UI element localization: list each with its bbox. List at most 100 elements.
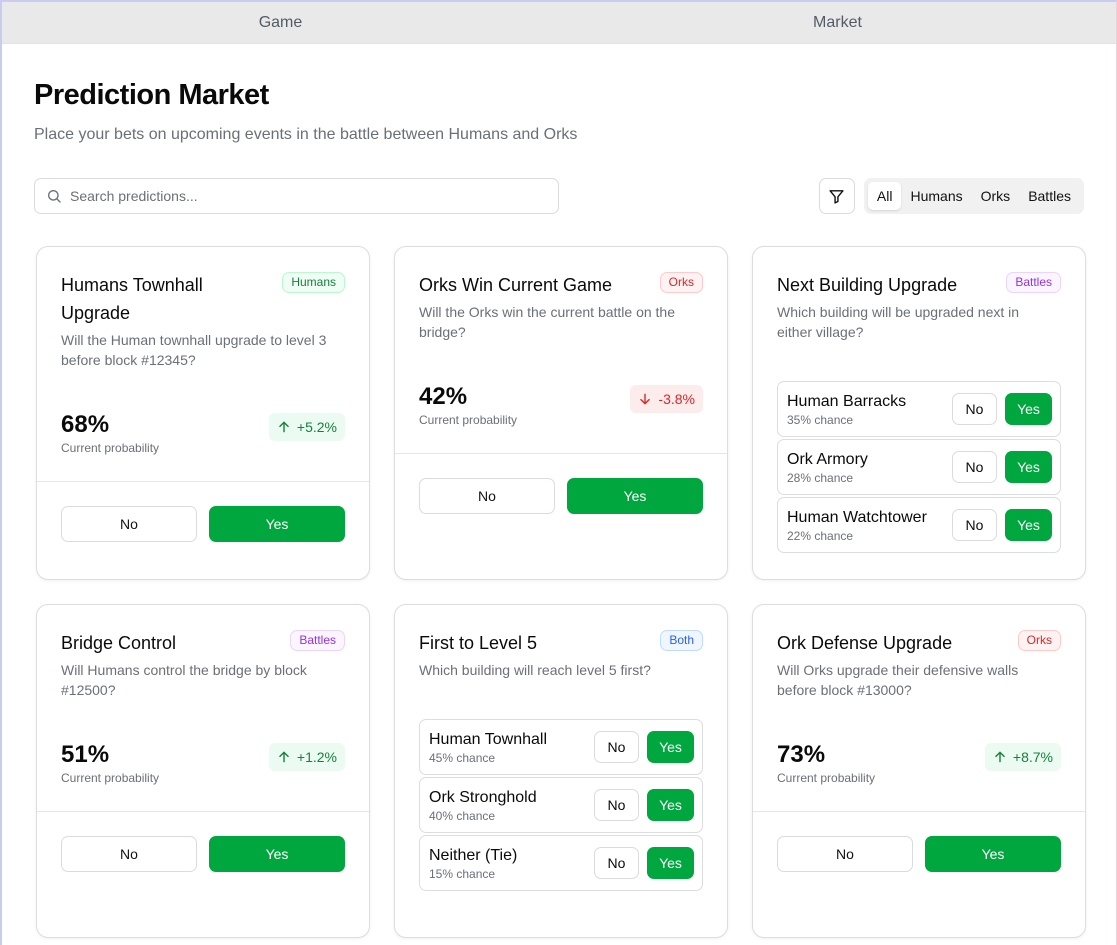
tab-game[interactable]: Game	[2, 2, 559, 43]
prediction-card: Bridge Control Battles Will Humans contr…	[36, 604, 370, 938]
arrow-up-icon	[995, 751, 1005, 763]
option-row: Ork Stronghold 40% chance No Yes	[419, 777, 703, 833]
yes-button[interactable]: Yes	[209, 506, 345, 542]
option-name: Human Watchtower	[787, 508, 927, 526]
no-button[interactable]: No	[61, 506, 197, 542]
category-badge: Battles	[1006, 272, 1061, 293]
option-no-button[interactable]: No	[952, 451, 997, 483]
yes-button[interactable]: Yes	[209, 836, 345, 872]
vote-buttons: No Yes	[419, 478, 703, 514]
option-row: Neither (Tie) 15% chance No Yes	[419, 835, 703, 891]
category-badge: Both	[660, 630, 703, 651]
search-box[interactable]	[34, 178, 559, 214]
change-value: -3.8%	[658, 391, 695, 407]
page-title: Prediction Market	[34, 79, 269, 111]
change-badge: +5.2%	[268, 413, 345, 441]
option-row: Ork Armory 28% chance No Yes	[777, 439, 1061, 495]
option-yes-button[interactable]: Yes	[1005, 451, 1052, 483]
search-icon	[48, 190, 61, 203]
vote-buttons: No Yes	[61, 836, 345, 872]
option-name: Human Townhall	[429, 730, 547, 748]
filter-orks[interactable]: Orks	[972, 182, 1020, 210]
change-badge: +1.2%	[268, 743, 345, 771]
tab-market[interactable]: Market	[559, 2, 1116, 43]
change-badge: +8.7%	[984, 743, 1061, 771]
probability-block: 42% Current probability -3.8%	[419, 383, 703, 427]
probability-label: Current probability	[777, 771, 876, 785]
option-name: Neither (Tie)	[429, 846, 518, 864]
option-row: Human Townhall 45% chance No Yes	[419, 719, 703, 775]
card-description: Which building will reach level 5 first?	[419, 662, 651, 678]
page-subtitle: Place your bets on upcoming events in th…	[34, 126, 578, 143]
option-yes-button[interactable]: Yes	[1005, 509, 1052, 541]
change-badge: -3.8%	[630, 385, 703, 413]
option-name: Ork Stronghold	[429, 788, 537, 806]
category-badge: Humans	[282, 272, 345, 293]
prediction-card: Ork Defense Upgrade Orks Will Orks upgra…	[752, 604, 1086, 938]
no-button[interactable]: No	[61, 836, 197, 872]
option-list: Human Barracks 35% chance No Yes Ork Arm…	[777, 381, 1061, 555]
yes-button[interactable]: Yes	[567, 478, 703, 514]
no-button[interactable]: No	[419, 478, 555, 514]
divider	[753, 811, 1085, 812]
filter-icon	[829, 189, 845, 204]
card-description: Will the Orks win the current battle on …	[419, 304, 675, 340]
option-row: Human Watchtower 22% chance No Yes	[777, 497, 1061, 553]
prediction-card: Orks Win Current Game Orks Will the Orks…	[394, 246, 728, 580]
card-description: Will Humans control the bridge by block …	[61, 662, 307, 698]
probability-label: Current probability	[419, 413, 518, 427]
divider	[37, 481, 369, 482]
option-no-button[interactable]: No	[594, 789, 639, 821]
option-name: Ork Armory	[787, 450, 868, 468]
prediction-card: First to Level 5 Both Which building wil…	[394, 604, 728, 938]
option-no-button[interactable]: No	[594, 731, 639, 763]
probability-block: 73% Current probability +8.7%	[777, 741, 1061, 785]
change-value: +1.2%	[296, 749, 337, 765]
option-chance: 22% chance	[787, 528, 854, 543]
category-badge: Orks	[1017, 630, 1061, 651]
app-window: Game Market Prediction Market Place your…	[0, 0, 1117, 945]
category-badge: Battles	[290, 630, 345, 651]
card-description: Will Orks upgrade their defensive walls …	[777, 662, 1019, 698]
option-yes-button[interactable]: Yes	[647, 789, 694, 821]
option-yes-button[interactable]: Yes	[1005, 393, 1052, 425]
filter-button[interactable]	[818, 178, 855, 214]
option-no-button[interactable]: No	[952, 393, 997, 425]
option-chance: 15% chance	[429, 866, 496, 881]
probability-block: 68% Current probability +5.2%	[61, 411, 345, 455]
divider	[37, 811, 369, 812]
arrow-down-icon	[640, 393, 651, 405]
filter-all[interactable]: All	[867, 182, 902, 210]
prediction-card: Humans Townhall Upgrade Humans Will the …	[36, 246, 370, 580]
option-chance: 40% chance	[429, 808, 496, 823]
prediction-card: Next Building Upgrade Battles Which buil…	[752, 246, 1086, 580]
search-input[interactable]	[70, 188, 540, 204]
option-chance: 28% chance	[787, 470, 854, 485]
filter-humans[interactable]: Humans	[901, 182, 971, 210]
probability-label: Current probability	[61, 441, 160, 455]
option-name: Human Barracks	[787, 392, 907, 410]
category-badge: Orks	[659, 272, 703, 293]
probability-label: Current probability	[61, 771, 160, 785]
option-yes-button[interactable]: Yes	[647, 731, 694, 763]
option-chance: 35% chance	[787, 412, 854, 427]
vote-buttons: No Yes	[777, 836, 1061, 872]
no-button[interactable]: No	[777, 836, 913, 872]
card-description: Will the Human townhall upgrade to level…	[61, 332, 327, 368]
prediction-grid: Humans Townhall Upgrade Humans Will the …	[36, 246, 1086, 938]
top-tab-bar: Game Market	[2, 2, 1116, 44]
arrow-up-icon	[279, 751, 289, 763]
change-value: +5.2%	[296, 419, 337, 435]
divider	[395, 453, 727, 454]
arrow-up-icon	[279, 421, 289, 433]
filter-battles[interactable]: Battles	[1019, 182, 1080, 210]
option-yes-button[interactable]: Yes	[647, 847, 694, 879]
yes-button[interactable]: Yes	[925, 836, 1061, 872]
change-value: +8.7%	[1012, 749, 1053, 765]
card-description: Which building will be upgraded next in …	[777, 304, 1020, 340]
option-no-button[interactable]: No	[594, 847, 639, 879]
probability-block: 51% Current probability +1.2%	[61, 741, 345, 785]
vote-buttons: No Yes	[61, 506, 345, 542]
option-no-button[interactable]: No	[952, 509, 997, 541]
option-row: Human Barracks 35% chance No Yes	[777, 381, 1061, 437]
